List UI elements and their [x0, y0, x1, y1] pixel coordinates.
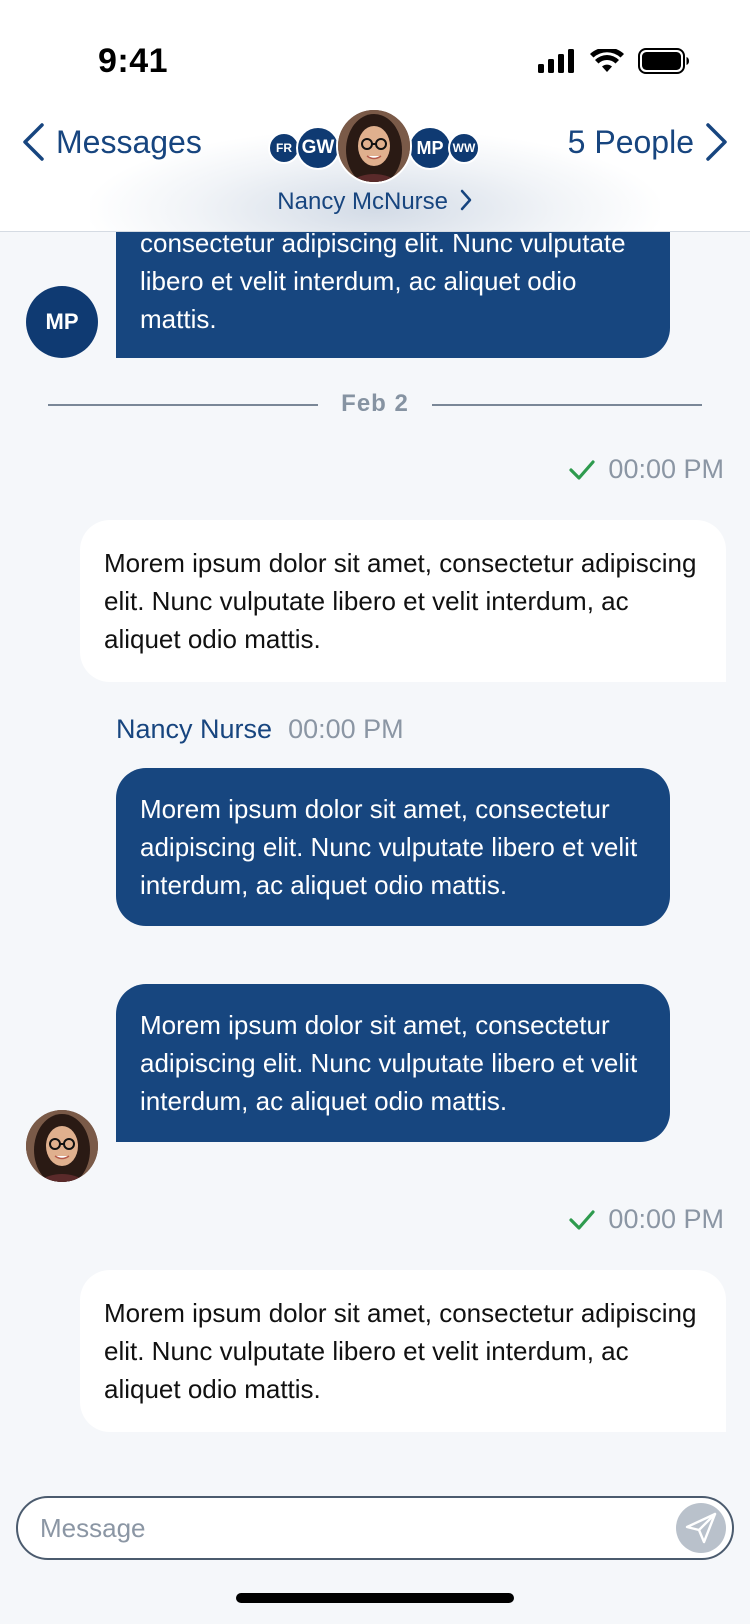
sent-time: 00:00 PM [608, 454, 724, 484]
message-time: 00:00 PM [288, 714, 404, 744]
date-label: Feb 2 [341, 390, 409, 417]
message-text: Morem ipsum dolor sit amet, consectetur … [104, 548, 697, 654]
cellular-signal-icon [538, 49, 574, 73]
people-label: 5 People [567, 123, 694, 160]
sent-time: 00:00 PM [608, 1204, 724, 1234]
avatar-nancy-photo[interactable] [26, 1110, 98, 1182]
send-icon [685, 1512, 717, 1544]
incoming-message-bubble[interactable]: Morem ipsum dolor sit amet, consectetur … [116, 768, 670, 926]
sent-status: 00:00 PM [568, 1204, 724, 1235]
message-text: consectetur adipiscing elit. Nunc vulput… [140, 228, 626, 334]
sender-name: Nancy Nurse [116, 714, 273, 744]
message-composer [16, 1496, 734, 1560]
message-text: Morem ipsum dolor sit amet, consectetur … [140, 794, 638, 900]
avatar-mp: MP [408, 126, 452, 170]
thread-name: Nancy McNurse [277, 188, 449, 215]
status-time: 9:41 [98, 42, 169, 80]
check-icon [569, 1209, 596, 1230]
outgoing-message-bubble[interactable]: Morem ipsum dolor sit amet, consectetur … [80, 520, 726, 682]
message-text: Morem ipsum dolor sit amet, consectetur … [104, 1298, 697, 1404]
status-bar: 9:41 [0, 0, 750, 100]
wifi-icon [590, 49, 624, 72]
incoming-message-bubble[interactable]: Morem ipsum dolor sit amet, consectetur … [116, 984, 670, 1142]
avatar-mp[interactable]: MP [26, 286, 98, 358]
message-input[interactable] [40, 1504, 640, 1552]
chevron-right-icon [460, 189, 471, 211]
sender-header: Nancy Nurse 00:00 PM [116, 714, 404, 745]
send-button[interactable] [676, 1503, 726, 1553]
sent-status: 00:00 PM [568, 454, 724, 485]
date-divider: Feb 2 [48, 390, 702, 420]
chevron-left-icon [23, 123, 44, 161]
outgoing-message-bubble[interactable]: Morem ipsum dolor sit amet, consectetur … [80, 1270, 726, 1432]
participants-avatar-stack[interactable]: FR GW MP WW [266, 108, 486, 184]
message-text: Morem ipsum dolor sit amet, consectetur … [140, 1010, 638, 1116]
battery-icon [638, 48, 689, 74]
home-indicator[interactable] [236, 1593, 514, 1603]
status-icons [538, 48, 690, 74]
thread-name-link[interactable]: Nancy McNurse [0, 188, 750, 216]
message-list[interactable]: consectetur adipiscing elit. Nunc vulput… [0, 220, 750, 1502]
back-label: Messages [56, 123, 202, 160]
avatar-ww: WW [448, 132, 480, 164]
incoming-message-bubble[interactable]: consectetur adipiscing elit. Nunc vulput… [116, 220, 670, 358]
conversation-header: Messages FR GW MP WW Nancy McNurse 5 Peo… [0, 100, 750, 232]
back-button[interactable]: Messages [20, 122, 202, 162]
check-icon [569, 459, 596, 480]
people-button[interactable]: 5 People [568, 122, 730, 162]
chevron-right-icon [706, 123, 727, 161]
avatar-gw: GW [296, 126, 340, 170]
avatar-nancy-photo [336, 108, 412, 184]
